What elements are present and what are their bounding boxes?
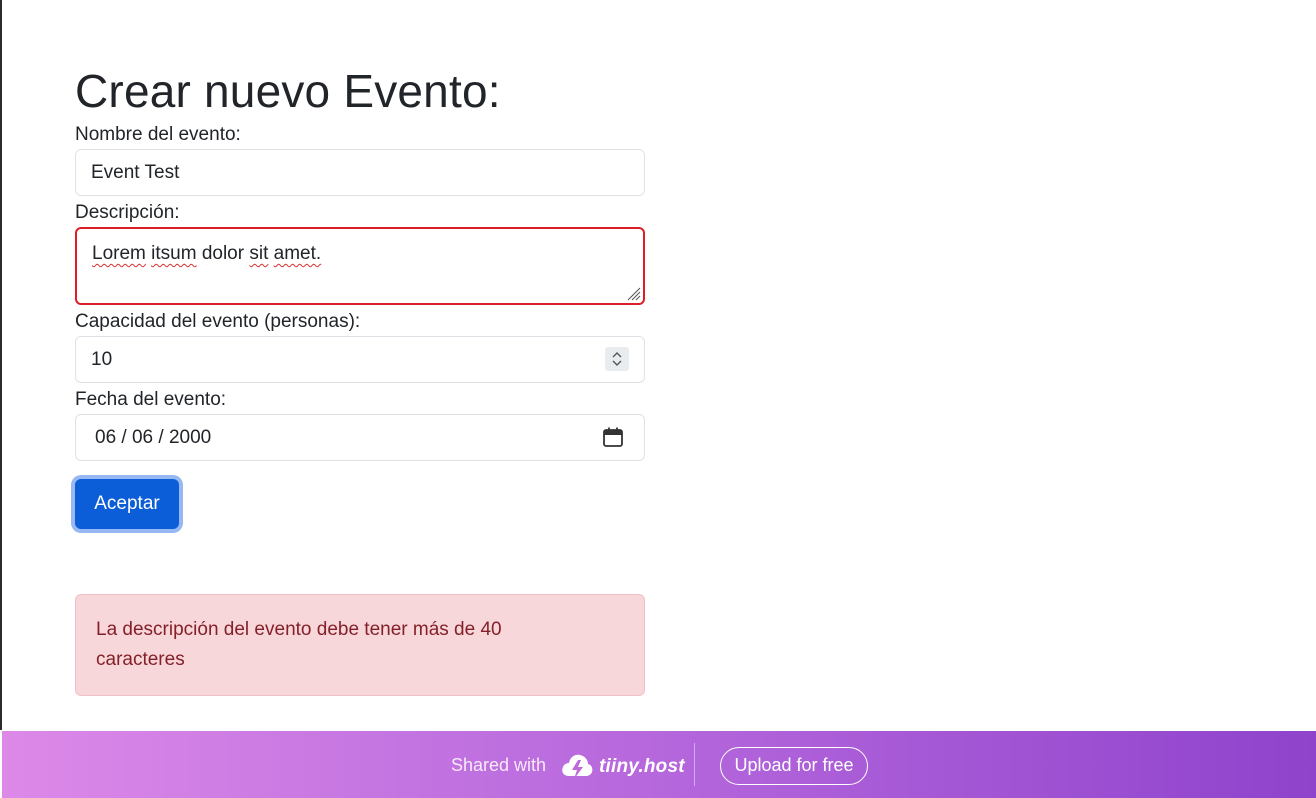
error-alert: La descripción del evento debe tener más… [75, 594, 645, 696]
description-word: sit [249, 243, 269, 264]
lightning-cloud-logo-icon[interactable] [560, 751, 594, 783]
description-word: Lorem [92, 243, 146, 264]
description-word: itsum [151, 243, 197, 264]
error-message: La descripción del evento debe tener más… [96, 615, 566, 675]
tiiny-host-logo-text[interactable]: tiiny.host [599, 756, 685, 778]
date-input-value: 06 / 06 / 2000 [95, 427, 212, 448]
resize-handle-icon[interactable] [625, 285, 641, 301]
number-spinner-icon[interactable] [605, 347, 629, 371]
capacity-input[interactable]: 10 [75, 336, 645, 383]
footer-divider [694, 743, 695, 786]
event-form: Crear nuevo Evento: Nombre del evento: E… [75, 62, 645, 529]
submit-button[interactable]: Aceptar [75, 479, 179, 529]
window-edge [0, 0, 2, 730]
description-textarea[interactable]: Lorem itsum dolor sit amet. [75, 227, 645, 305]
capacity-label: Capacidad del evento (personas): [75, 311, 361, 332]
error-message-line: caracteres [96, 649, 185, 670]
shared-footer-bar: Shared with tiiny.host Upload for free [2, 731, 1316, 798]
shared-with-text: Shared with [451, 755, 547, 775]
name-input[interactable]: Event Test [75, 149, 645, 196]
date-label: Fecha del evento: [75, 389, 227, 410]
upload-for-free-button[interactable]: Upload for free [720, 747, 868, 785]
page-title: Crear nuevo Evento: [75, 65, 501, 117]
date-input[interactable]: 06 / 06 / 2000 [75, 414, 645, 461]
description-label: Descripción: [75, 202, 180, 223]
name-label: Nombre del evento: [75, 124, 241, 145]
description-word: amet. [273, 243, 322, 264]
page: Crear nuevo Evento: Nombre del evento: E… [0, 0, 1316, 798]
description-word: dolor [201, 243, 245, 264]
error-message-line: La descripción del evento debe tener más… [96, 619, 502, 640]
name-input-value: Event Test [91, 162, 180, 183]
calendar-icon[interactable] [602, 426, 624, 448]
capacity-input-value: 10 [91, 349, 113, 370]
